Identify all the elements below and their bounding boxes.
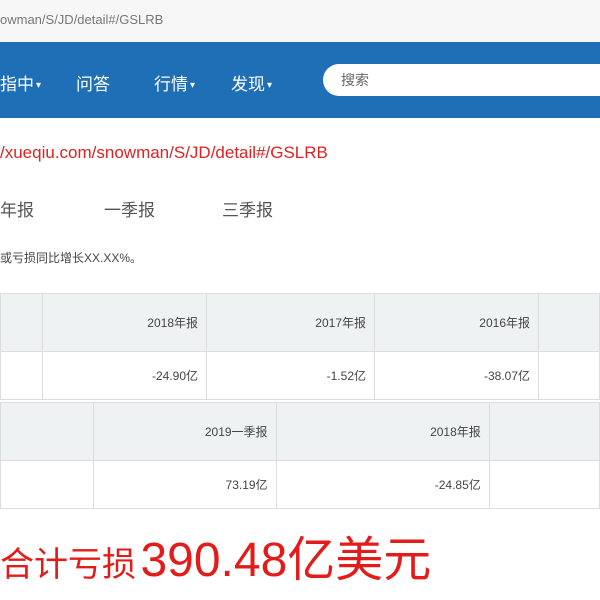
nav-item-label: 行情 xyxy=(154,75,188,94)
nav-item-discover[interactable]: 发现 ▾ xyxy=(231,70,272,95)
table-cell xyxy=(538,351,600,400)
tab-q3-report[interactable]: 三季报 xyxy=(222,196,273,221)
annual-loss-table: 2018年报 2017年报 2016年报 -24.90亿 -1.52亿 -38.… xyxy=(0,293,600,400)
table-cell: -38.07亿 xyxy=(374,351,539,400)
table-header-row: 2019一季报 2018年报 xyxy=(0,402,600,461)
chevron-down-icon: ▾ xyxy=(267,80,273,91)
table-header-cell xyxy=(0,402,94,461)
nav-item-label: 问答 xyxy=(76,75,110,94)
table-header-cell: 2018年报 xyxy=(275,402,490,461)
table-header-cell: 2018年报 xyxy=(42,293,207,352)
caption-text: 合计亏损 xyxy=(0,546,136,584)
browser-url-bar[interactable]: owman/S/JD/detail#/GSLRB xyxy=(0,0,600,43)
table-cell: -24.85亿 xyxy=(275,460,490,509)
chevron-down-icon: ▾ xyxy=(36,80,42,91)
table-cell: -1.52亿 xyxy=(206,351,375,400)
url-text: owman/S/JD/detail#/GSLRB xyxy=(0,12,164,27)
table-cell xyxy=(488,460,600,509)
nav-item-label: 指中 xyxy=(0,75,34,94)
table-header-cell: 2017年报 xyxy=(206,293,375,352)
total-loss-caption: 合计亏损 390.48亿美元 xyxy=(0,520,432,587)
table-cell xyxy=(0,460,94,509)
table-header-cell xyxy=(0,293,43,352)
top-navigation: 指中 ▾ 问答 行情 ▾ 发现 ▾ xyxy=(0,42,600,118)
nav-item-market[interactable]: 行情 ▾ xyxy=(154,70,195,95)
summary-note: 或亏损同比增长XX.XX%。 xyxy=(0,251,143,265)
table-header-row: 2018年报 2017年报 2016年报 xyxy=(0,293,600,352)
nav-item-label: 发现 xyxy=(231,75,265,94)
table-header-cell xyxy=(538,293,600,352)
tab-q1-report[interactable]: 一季报 xyxy=(104,196,155,221)
table-row: -24.90亿 -1.52亿 -38.07亿 xyxy=(0,351,600,400)
tab-annual-report[interactable]: 年报 xyxy=(0,196,34,221)
table-row: 73.19亿 -24.85亿 xyxy=(0,460,600,509)
table-cell: -24.90亿 xyxy=(42,351,207,400)
nav-item-0[interactable]: 指中 ▾ xyxy=(0,70,41,95)
quarterly-loss-table: 2019一季报 2018年报 73.19亿 -24.85亿 xyxy=(0,402,600,509)
table-cell: 73.19亿 xyxy=(92,460,277,509)
page-url-link[interactable]: /xueqiu.com/snowman/S/JD/detail#/GSLRB xyxy=(0,143,328,163)
nav-item-qa[interactable]: 问答 xyxy=(76,70,110,95)
table-header-cell: 2016年报 xyxy=(374,293,539,352)
table-cell xyxy=(0,351,43,400)
search-input[interactable] xyxy=(323,64,600,96)
table-header-cell: 2019一季报 xyxy=(92,402,277,461)
chevron-down-icon: ▾ xyxy=(190,80,196,91)
table-header-cell xyxy=(488,402,600,461)
caption-amount: 390.48亿美元 xyxy=(140,534,432,587)
